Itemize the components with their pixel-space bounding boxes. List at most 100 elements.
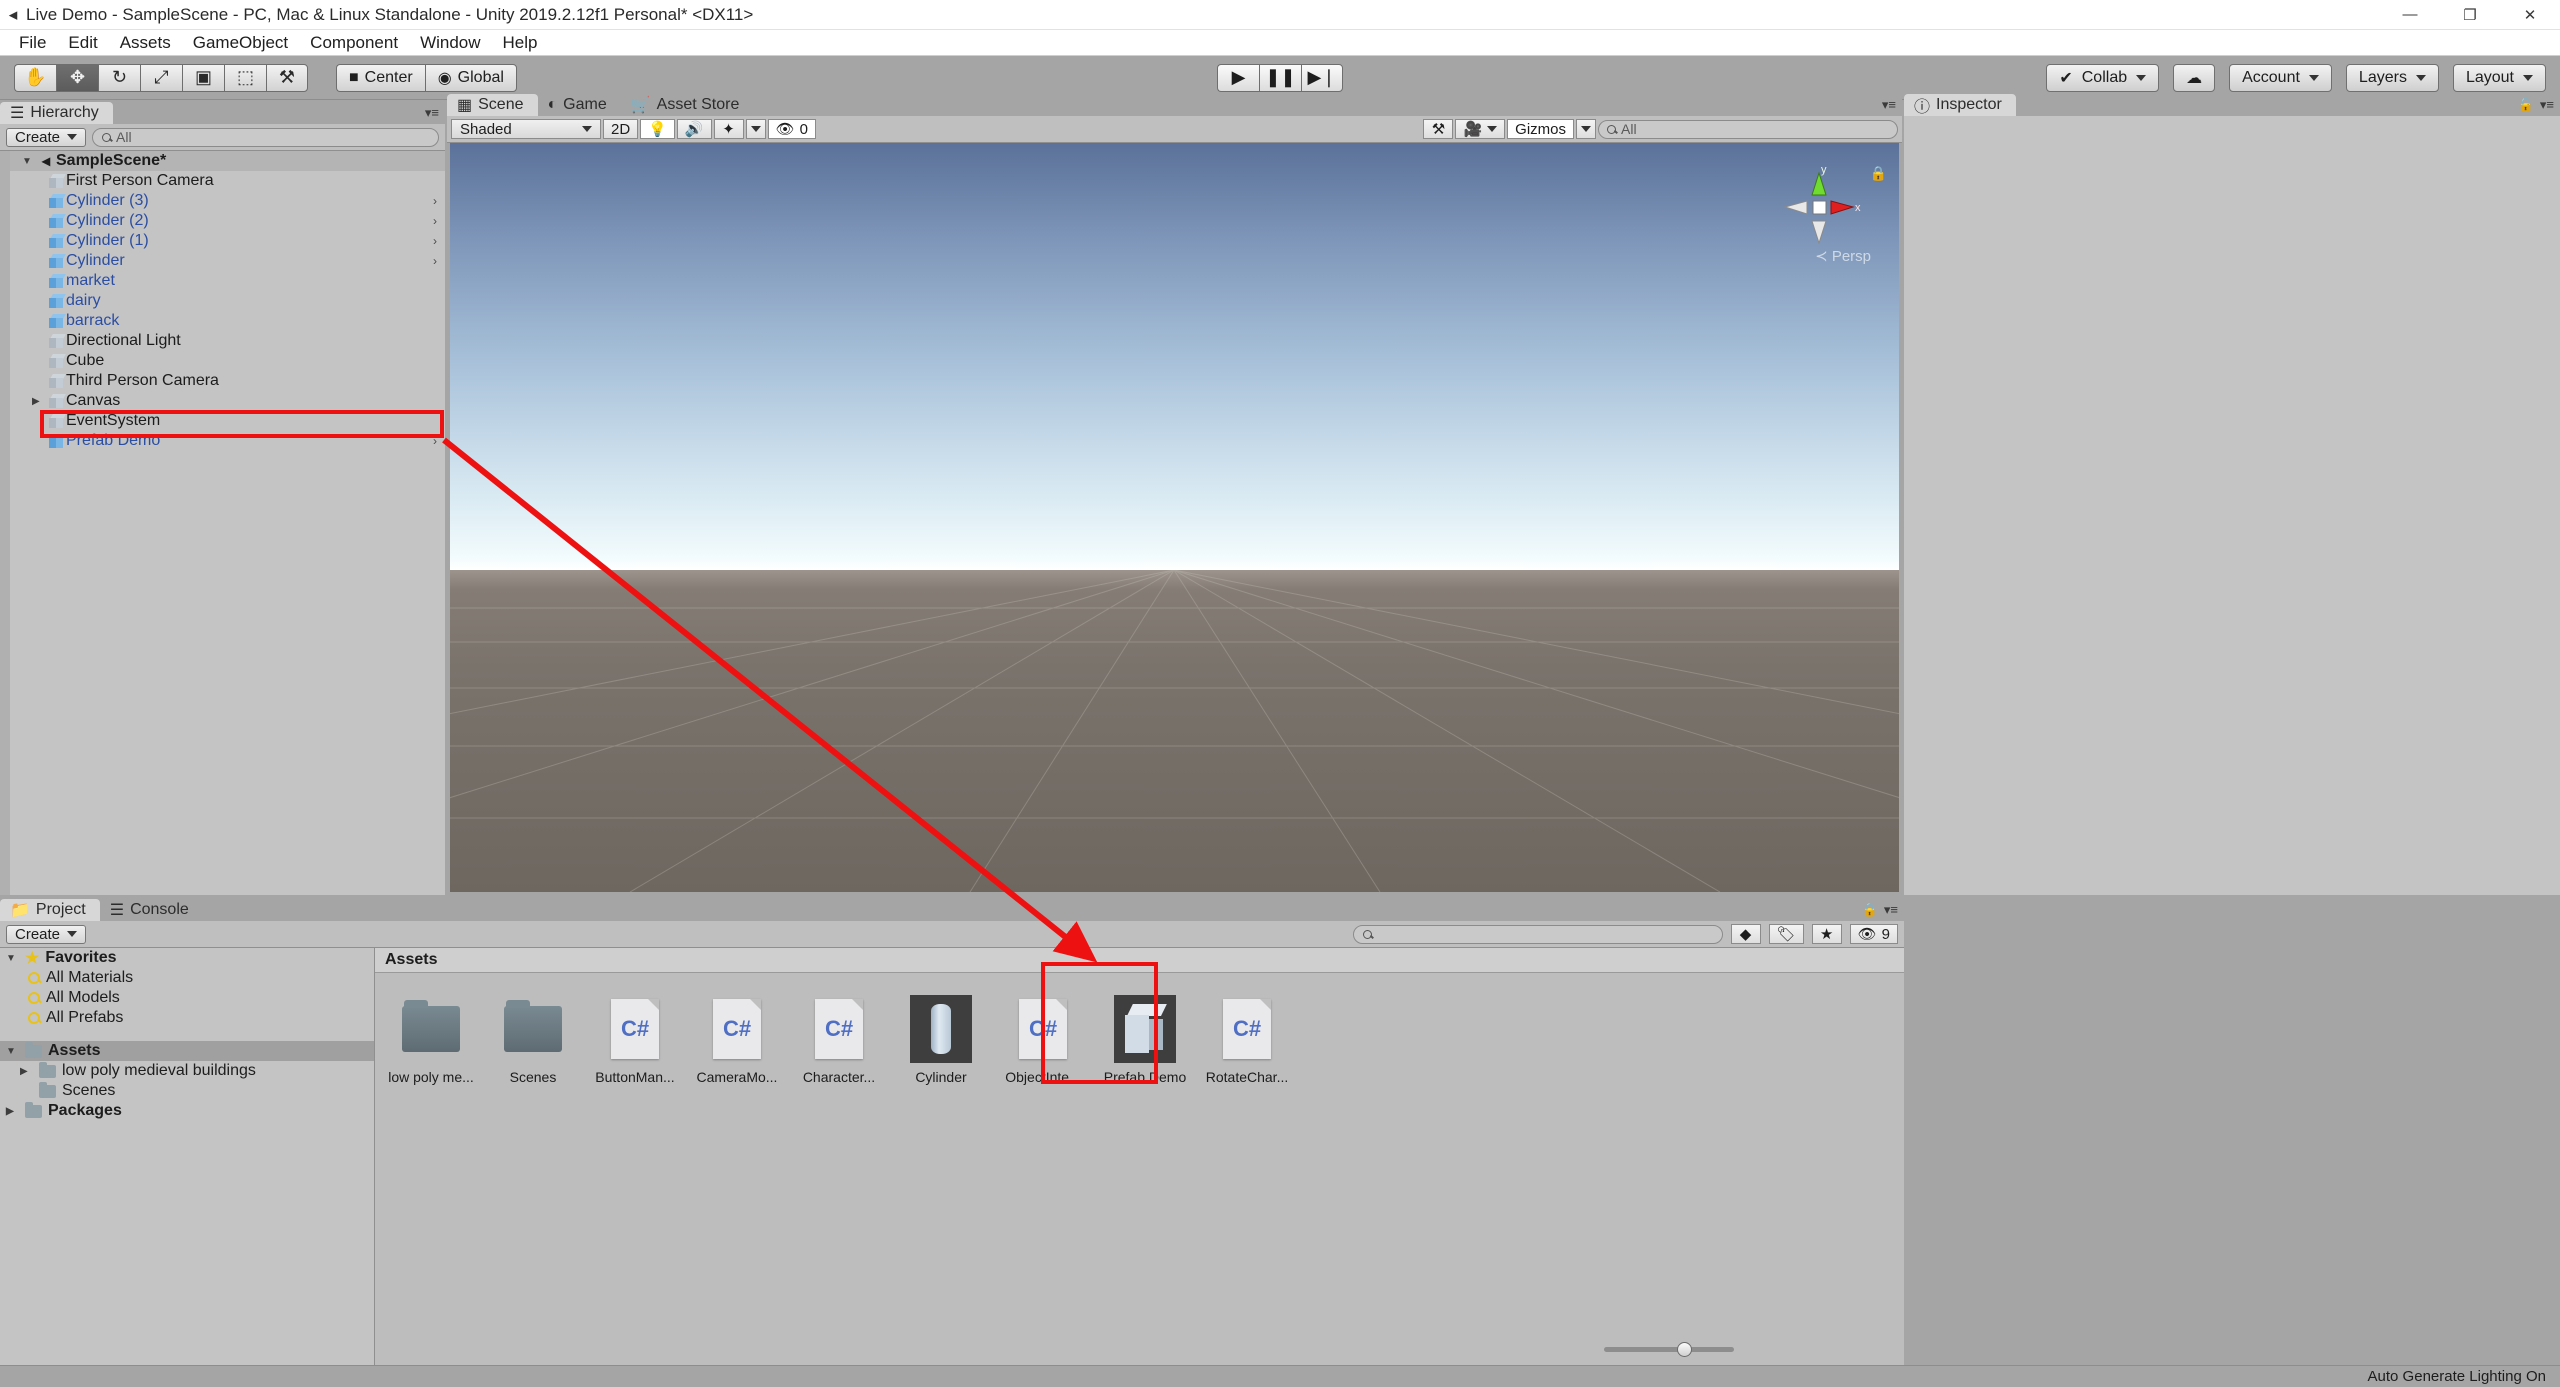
twisty-icon[interactable]: ▶ bbox=[6, 1106, 19, 1117]
slider-thumb[interactable] bbox=[1676, 1341, 1692, 1357]
asset-grid[interactable]: low poly me... Scenes C# ButtonMan... C#… bbox=[375, 973, 1904, 1105]
project-tree-all-models[interactable]: All Models bbox=[0, 988, 374, 1008]
hierarchy-tree[interactable]: ▼ ◂ SampleScene* First Person Camera Cyl… bbox=[0, 151, 445, 895]
lock-icon[interactable]: 🔓 bbox=[2518, 97, 2534, 113]
asset-zoom-slider[interactable] bbox=[1604, 1341, 1734, 1357]
asset-item-objectinteraction[interactable]: C# ObjectInte... bbox=[997, 989, 1089, 1089]
chevron-right-icon[interactable]: › bbox=[433, 234, 445, 248]
hierarchy-item-prefab-demo[interactable]: Prefab Demo › bbox=[0, 431, 445, 451]
hierarchy-item-canvas[interactable]: ▶ Canvas bbox=[0, 391, 445, 411]
hierarchy-item-cylinder-2[interactable]: Cylinder (2) › bbox=[0, 211, 445, 231]
hierarchy-item-third-person-camera[interactable]: Third Person Camera bbox=[0, 371, 445, 391]
scene-orientation-gizmo[interactable]: y x bbox=[1773, 161, 1865, 261]
hierarchy-item-market[interactable]: market bbox=[0, 271, 445, 291]
hand-tool-icon[interactable]: ✋ bbox=[14, 63, 56, 92]
tab-asset-store[interactable]: 🛒 Asset Store bbox=[621, 94, 754, 116]
hierarchy-item-cylinder-3[interactable]: Cylinder (3) › bbox=[0, 191, 445, 211]
hierarchy-item-first-person-camera[interactable]: First Person Camera bbox=[0, 171, 445, 191]
asset-item-cylinder[interactable]: Cylinder bbox=[895, 989, 987, 1089]
gizmos-chevron[interactable] bbox=[1576, 119, 1596, 139]
menu-gameobject[interactable]: GameObject bbox=[182, 31, 299, 55]
scene-search-input[interactable]: All bbox=[1598, 119, 1898, 139]
hierarchy-item-dairy[interactable]: dairy bbox=[0, 291, 445, 311]
pivot-rotation-button[interactable]: ◉ Global bbox=[424, 63, 517, 92]
asset-item-rotatecharacter[interactable]: C# RotateChar... bbox=[1201, 989, 1293, 1089]
menu-assets[interactable]: Assets bbox=[109, 31, 182, 55]
project-tree-all-materials[interactable]: All Materials bbox=[0, 968, 374, 988]
effects-chevron[interactable] bbox=[745, 119, 766, 139]
twisty-icon[interactable]: ▼ bbox=[6, 953, 19, 964]
asset-item-character[interactable]: C# Character... bbox=[793, 989, 885, 1089]
project-tree-scenes[interactable]: Scenes bbox=[0, 1081, 374, 1101]
menu-file[interactable]: File bbox=[8, 31, 57, 55]
menu-icon[interactable]: ▾≡ bbox=[2540, 97, 2554, 113]
hierarchy-search-input[interactable]: All bbox=[92, 127, 439, 147]
asset-item-buttonmanager[interactable]: C# ButtonMan... bbox=[589, 989, 681, 1089]
hierarchy-item-cube[interactable]: Cube bbox=[0, 351, 445, 371]
audio-toggle-button[interactable]: 🔊 bbox=[676, 119, 712, 139]
menu-component[interactable]: Component bbox=[299, 31, 409, 55]
layers-button[interactable]: Layers bbox=[2345, 63, 2439, 92]
project-hidden-count-button[interactable]: 👁 9 bbox=[1849, 924, 1898, 944]
asset-item-low-poly-medieval-buildings[interactable]: low poly me... bbox=[385, 989, 477, 1089]
collab-button[interactable]: ✔ Collab bbox=[2046, 63, 2160, 92]
shapes-filter-icon[interactable]: ◆ bbox=[1730, 924, 1761, 944]
step-button[interactable]: ▶❘ bbox=[1301, 63, 1343, 92]
menu-edit[interactable]: Edit bbox=[57, 31, 108, 55]
layout-button[interactable]: Layout bbox=[2452, 63, 2546, 92]
hierarchy-item-cylinder[interactable]: Cylinder › bbox=[0, 251, 445, 271]
project-tab-menu[interactable]: 🔒 ▾≡ bbox=[1862, 902, 1898, 918]
close-button[interactable]: ✕ bbox=[2500, 0, 2560, 30]
tab-console[interactable]: ☰ Console bbox=[100, 899, 203, 921]
tab-inspector[interactable]: ⓘ Inspector bbox=[1904, 94, 2016, 116]
rect-tool-icon[interactable]: ▣ bbox=[182, 63, 224, 92]
play-button[interactable]: ▶ bbox=[1217, 63, 1259, 92]
chevron-right-icon[interactable]: › bbox=[433, 434, 445, 448]
chevron-right-icon[interactable]: › bbox=[433, 194, 445, 208]
draw-mode-dropdown[interactable]: Shaded bbox=[451, 119, 601, 139]
account-button[interactable]: Account bbox=[2229, 63, 2332, 92]
project-tree[interactable]: ▼ ★ Favorites All Materials All Models A… bbox=[0, 948, 375, 1365]
chevron-right-icon[interactable]: › bbox=[433, 214, 445, 228]
hidden-objects-button[interactable]: 👁 0 bbox=[767, 119, 816, 139]
transform-tool-icon[interactable]: ⬚ bbox=[224, 63, 266, 92]
scene-viewport[interactable]: y x ≺ Persp 🔒 bbox=[450, 143, 1899, 892]
minimize-button[interactable]: — bbox=[2380, 0, 2440, 30]
project-tree-all-prefabs[interactable]: All Prefabs bbox=[0, 1008, 374, 1028]
hierarchy-item-barrack[interactable]: barrack bbox=[0, 311, 445, 331]
cloud-button[interactable]: ☁ bbox=[2173, 63, 2216, 92]
hierarchy-scene-root[interactable]: ▼ ◂ SampleScene* bbox=[0, 151, 445, 171]
chevron-right-icon[interactable]: › bbox=[433, 254, 445, 268]
scene-camera-button[interactable]: 🎥 bbox=[1455, 119, 1506, 139]
hierarchy-item-cylinder-1[interactable]: Cylinder (1) › bbox=[0, 231, 445, 251]
lighting-toggle-button[interactable]: 💡 bbox=[640, 119, 675, 139]
menu-icon[interactable]: ▾≡ bbox=[1884, 902, 1898, 918]
project-search-input[interactable] bbox=[1352, 924, 1723, 944]
inspector-tab-controls[interactable]: 🔓 ▾≡ bbox=[2518, 97, 2554, 113]
lock-icon[interactable]: 🔒 bbox=[1862, 902, 1878, 918]
custom-tool-icon[interactable]: ⚒ bbox=[266, 63, 308, 92]
tab-scene[interactable]: ▦ Scene bbox=[447, 94, 538, 116]
lock-icon[interactable]: 🔒 bbox=[1870, 165, 1887, 182]
projection-label[interactable]: ≺ Persp bbox=[1815, 247, 1871, 265]
project-tree-favorites[interactable]: ▼ ★ Favorites bbox=[0, 948, 374, 968]
scene-tools-button[interactable]: ⚒ bbox=[1423, 119, 1454, 139]
hierarchy-scrollbar[interactable] bbox=[0, 151, 10, 895]
rotate-tool-icon[interactable]: ↻ bbox=[98, 63, 140, 92]
tab-project[interactable]: 📁 Project bbox=[0, 899, 100, 921]
gizmos-dropdown-button[interactable]: Gizmos bbox=[1507, 119, 1574, 139]
twisty-icon[interactable]: ▼ bbox=[22, 156, 36, 167]
hierarchy-item-directional-light[interactable]: Directional Light bbox=[0, 331, 445, 351]
twisty-icon[interactable]: ▶ bbox=[20, 1066, 33, 1077]
twisty-icon[interactable]: ▼ bbox=[6, 1046, 19, 1057]
tab-game[interactable]: ◐ Game bbox=[538, 94, 621, 116]
effects-dropdown-button[interactable]: ✦ bbox=[713, 119, 744, 139]
pivot-mode-button[interactable]: ■ Center bbox=[336, 63, 425, 92]
scene-tab-menu[interactable]: ▾≡ bbox=[1882, 97, 1896, 113]
hierarchy-tab-menu[interactable]: ▾≡ bbox=[425, 105, 439, 121]
scale-tool-icon[interactable]: ⤢ bbox=[140, 63, 182, 92]
menu-help[interactable]: Help bbox=[492, 31, 549, 55]
tab-hierarchy[interactable]: ☰ Hierarchy bbox=[0, 102, 113, 124]
star-filter-icon[interactable]: ★ bbox=[1811, 924, 1842, 944]
asset-item-prefab-demo[interactable]: Prefab Demo bbox=[1099, 989, 1191, 1089]
